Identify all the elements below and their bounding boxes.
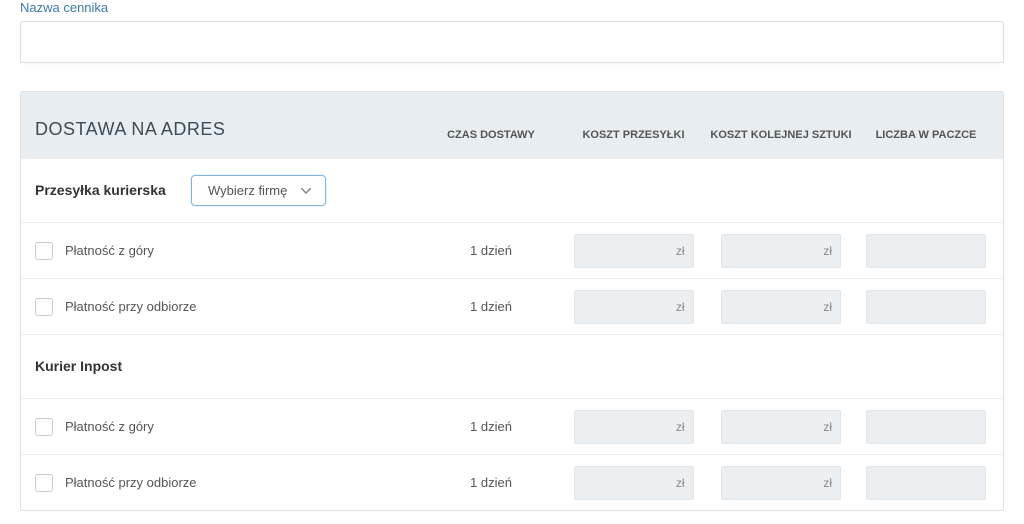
section-courier: Przesyłka kurierska Wybierz firmę: [21, 158, 1003, 222]
cell-time: 1 dzień: [421, 419, 561, 434]
section-courier-title: Przesyłka kurierska: [21, 181, 191, 199]
count-input[interactable]: [866, 410, 986, 444]
cell-time: 1 dzień: [421, 299, 561, 314]
table-row: Płatność z góry 1 dzień zł zł: [21, 398, 1003, 454]
panel-title: DOSTAWA NA ADRES: [21, 119, 421, 158]
ship-cost-input[interactable]: zł: [574, 234, 694, 268]
pricelist-name-field-wrap: [20, 21, 1004, 63]
count-input[interactable]: [866, 466, 986, 500]
cell-time: 1 dzień: [421, 243, 561, 258]
pricelist-name-input[interactable]: [33, 32, 991, 52]
count-input[interactable]: [866, 290, 986, 324]
panel-header: DOSTAWA NA ADRES CZAS DOSTAWY KOSZT PRZE…: [21, 92, 1003, 158]
delivery-panel: DOSTAWA NA ADRES CZAS DOSTAWY KOSZT PRZE…: [20, 91, 1004, 511]
checkbox-courier-upfront[interactable]: [35, 242, 53, 260]
ship-cost-input[interactable]: zł: [574, 290, 694, 324]
table-row: Płatność przy odbiorze 1 dzień zł zł: [21, 278, 1003, 334]
column-header-time: CZAS DOSTAWY: [421, 128, 561, 158]
row-label: Płatność przy odbiorze: [65, 475, 197, 490]
section-inpost: Kurier Inpost: [21, 334, 1003, 398]
row-label: Płatność z góry: [65, 243, 154, 258]
checkbox-courier-cod[interactable]: [35, 298, 53, 316]
section-inpost-title: Kurier Inpost: [21, 357, 191, 375]
checkbox-inpost-upfront[interactable]: [35, 418, 53, 436]
row-label: Płatność przy odbiorze: [65, 299, 197, 314]
row-label: Płatność z góry: [65, 419, 154, 434]
table-row: Płatność przy odbiorze 1 dzień zł zł: [21, 454, 1003, 510]
next-cost-input[interactable]: zł: [721, 290, 841, 324]
table-row: Płatność z góry 1 dzień zł zł: [21, 222, 1003, 278]
column-header-count: LICZBA W PACZCE: [856, 128, 996, 158]
checkbox-inpost-cod[interactable]: [35, 474, 53, 492]
count-input[interactable]: [866, 234, 986, 268]
chevron-down-icon: [301, 188, 311, 194]
pricelist-name-label: Nazwa cennika: [20, 0, 1004, 15]
dropdown-label: Wybierz firmę: [208, 183, 287, 198]
cell-time: 1 dzień: [421, 475, 561, 490]
ship-cost-input[interactable]: zł: [574, 466, 694, 500]
courier-company-dropdown[interactable]: Wybierz firmę: [191, 175, 326, 206]
next-cost-input[interactable]: zł: [721, 410, 841, 444]
column-header-ship: KOSZT PRZESYŁKI: [561, 128, 706, 158]
column-header-next: KOSZT KOLEJNEJ SZTUKI: [706, 128, 856, 158]
next-cost-input[interactable]: zł: [721, 466, 841, 500]
next-cost-input[interactable]: zł: [721, 234, 841, 268]
ship-cost-input[interactable]: zł: [574, 410, 694, 444]
